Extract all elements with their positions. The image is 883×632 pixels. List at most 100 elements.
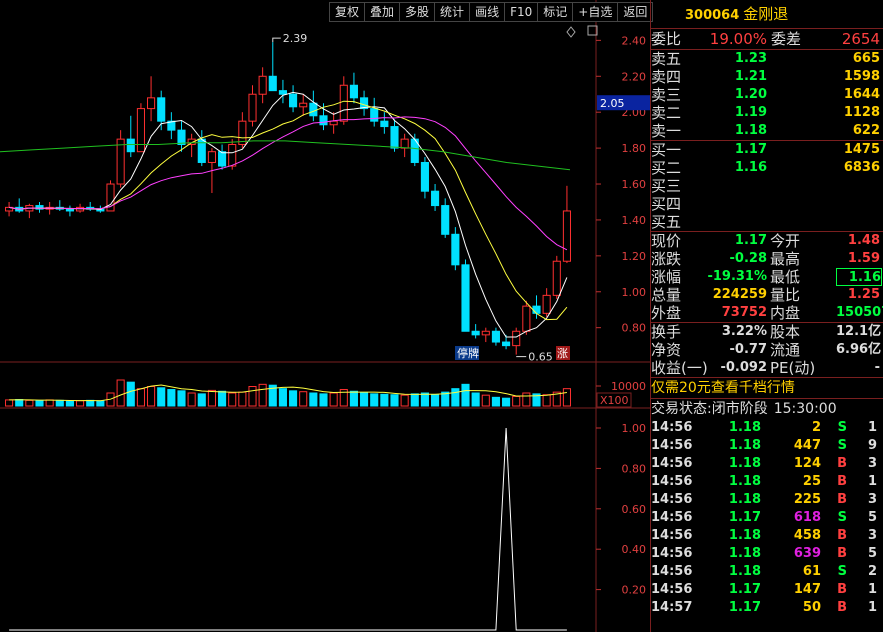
- stat-label: 净资: [651, 341, 682, 359]
- level-label: 买五: [651, 213, 682, 231]
- stat-row: 换手 3.22% 股本 12.1亿: [651, 323, 883, 341]
- level-volume: [767, 195, 880, 213]
- stat-label: 外盘: [651, 304, 682, 322]
- tick-time: 14:56: [651, 492, 693, 507]
- stat-row: 收益(一) -0.092 PE(动) -: [651, 359, 883, 377]
- volume-bar: [410, 393, 419, 407]
- volume-bar: [400, 394, 409, 407]
- stat-label: 换手: [651, 323, 682, 341]
- price-tick-label: 2.40: [622, 34, 647, 47]
- stock-header: 300064 金刚退: [651, 0, 883, 29]
- tick-price: 1.17: [728, 600, 761, 615]
- toolbar-button[interactable]: 统计: [434, 2, 471, 22]
- stat-value: -0.77: [729, 342, 767, 357]
- tick-row: 14:56 1.17 618 S 5: [651, 509, 883, 527]
- candle-body: [532, 305, 541, 314]
- stat-value: 6.96亿: [836, 342, 882, 357]
- stat-label: 流通: [770, 341, 801, 359]
- tick-volume: 447: [793, 438, 821, 453]
- promo-text[interactable]: 仅需20元查看千档行情: [651, 378, 795, 398]
- candle-body: [126, 138, 135, 153]
- volume-bar: [207, 389, 216, 407]
- level-volume: 1475: [843, 142, 880, 157]
- tick-volume: 50: [802, 600, 821, 615]
- volume-bar: [248, 386, 257, 407]
- toolbar-button[interactable]: 叠加: [364, 2, 401, 22]
- trade-status: 交易状态: 闭市阶段 15:30:00: [651, 399, 883, 419]
- volume-bar: [136, 388, 145, 407]
- level-price: 1.23: [734, 51, 767, 66]
- tick-volume: 618: [793, 510, 821, 525]
- tick-time: 14:56: [651, 546, 693, 561]
- volume-bar: [116, 379, 125, 407]
- volume-bar: [55, 399, 64, 407]
- kline-chart[interactable]: 2.402.202.001.801.601.401.201.000.802.05…: [0, 0, 650, 632]
- stat-value: 1.25: [847, 287, 880, 302]
- tick-count: 1: [867, 582, 877, 597]
- toolbar-button[interactable]: 复权: [329, 2, 366, 22]
- level-price: [691, 177, 767, 195]
- candle-body: [319, 115, 328, 126]
- trade-status-label: 交易状态:: [651, 401, 712, 417]
- volume-bar: [177, 390, 186, 407]
- volume-bar: [491, 396, 500, 407]
- bid-level: 买四: [651, 195, 883, 213]
- level-price: [691, 195, 767, 213]
- tick-time: 14:57: [651, 600, 693, 615]
- stock-name: 金刚退: [743, 5, 789, 23]
- weicha-label: 委差: [771, 30, 802, 48]
- level-label: 卖一: [651, 122, 682, 140]
- stat-label: 股本: [770, 323, 801, 341]
- tick-volume: 25: [802, 474, 821, 489]
- toolbar-button[interactable]: +自选: [572, 2, 619, 22]
- volume-bar: [187, 392, 196, 407]
- level-price: 1.17: [734, 142, 767, 157]
- indicator-tick-label: 0.20: [622, 584, 647, 597]
- volume-bar: [45, 399, 54, 407]
- stat-value: -19.31%: [707, 269, 767, 284]
- weibi-value: 19.00%: [709, 30, 767, 48]
- price-tick-label: 1.60: [622, 178, 647, 191]
- toolbar-button[interactable]: 返回: [617, 2, 654, 22]
- weibi-label: 委比: [651, 30, 682, 48]
- stat-value: 3.22%: [721, 324, 767, 339]
- toolbar-button[interactable]: F10: [504, 2, 539, 22]
- tick-side: B: [837, 528, 847, 543]
- tick-row: 14:56 1.17 147 B 1: [651, 581, 883, 599]
- level-volume: 1598: [843, 69, 880, 84]
- volume-bar: [319, 393, 328, 407]
- tick-side: S: [837, 564, 847, 579]
- tick-count: 5: [867, 510, 877, 525]
- candle-body: [512, 330, 521, 347]
- tick-row: 14:56 1.18 447 S 9: [651, 437, 883, 455]
- tick-price: 1.18: [728, 456, 761, 471]
- tick-count: 1: [867, 600, 877, 615]
- stat-label: 最高: [770, 250, 801, 268]
- toolbar-button[interactable]: 标记: [537, 2, 574, 22]
- stat-value: 73752: [721, 305, 767, 320]
- high-marker: [272, 37, 281, 43]
- tick-row: 14:56 1.18 225 B 3: [651, 491, 883, 509]
- volume-bar: [309, 392, 318, 407]
- stat-label: 今开: [770, 232, 801, 250]
- stat-label: 最低: [770, 268, 801, 286]
- tick-count: 3: [867, 492, 877, 507]
- trade-status-value: 闭市阶段: [711, 401, 768, 417]
- stat-row: 涨幅 -19.31% 最低 1.16: [651, 268, 883, 286]
- ma5-line: [9, 91, 568, 338]
- tick-side: B: [837, 600, 847, 615]
- price-tick-label: 2.20: [622, 70, 647, 83]
- volume-tick-label: 10000: [611, 380, 646, 393]
- volume-bar: [542, 394, 551, 407]
- volume-bar: [502, 397, 511, 407]
- volume-bar: [329, 392, 338, 407]
- volume-bar: [461, 383, 470, 407]
- tick-volume: 458: [793, 528, 821, 543]
- stat-row: 涨跌 -0.28 最高 1.59: [651, 250, 883, 268]
- toolbar-button[interactable]: 画线: [469, 2, 506, 22]
- toolbar-button[interactable]: 多股: [399, 2, 436, 22]
- ask-level: 卖三 1.20 1644: [651, 86, 883, 104]
- promo-link[interactable]: 仅需20元查看千档行情: [651, 378, 883, 399]
- quote-panel: 300064 金刚退 委比 19.00% 委差 2654 卖五 1.23 665 卖四 1…: [650, 0, 883, 632]
- toolbar: 复权 叠加 多股 统计 画线 F10 标记 +自选 返回: [329, 2, 654, 22]
